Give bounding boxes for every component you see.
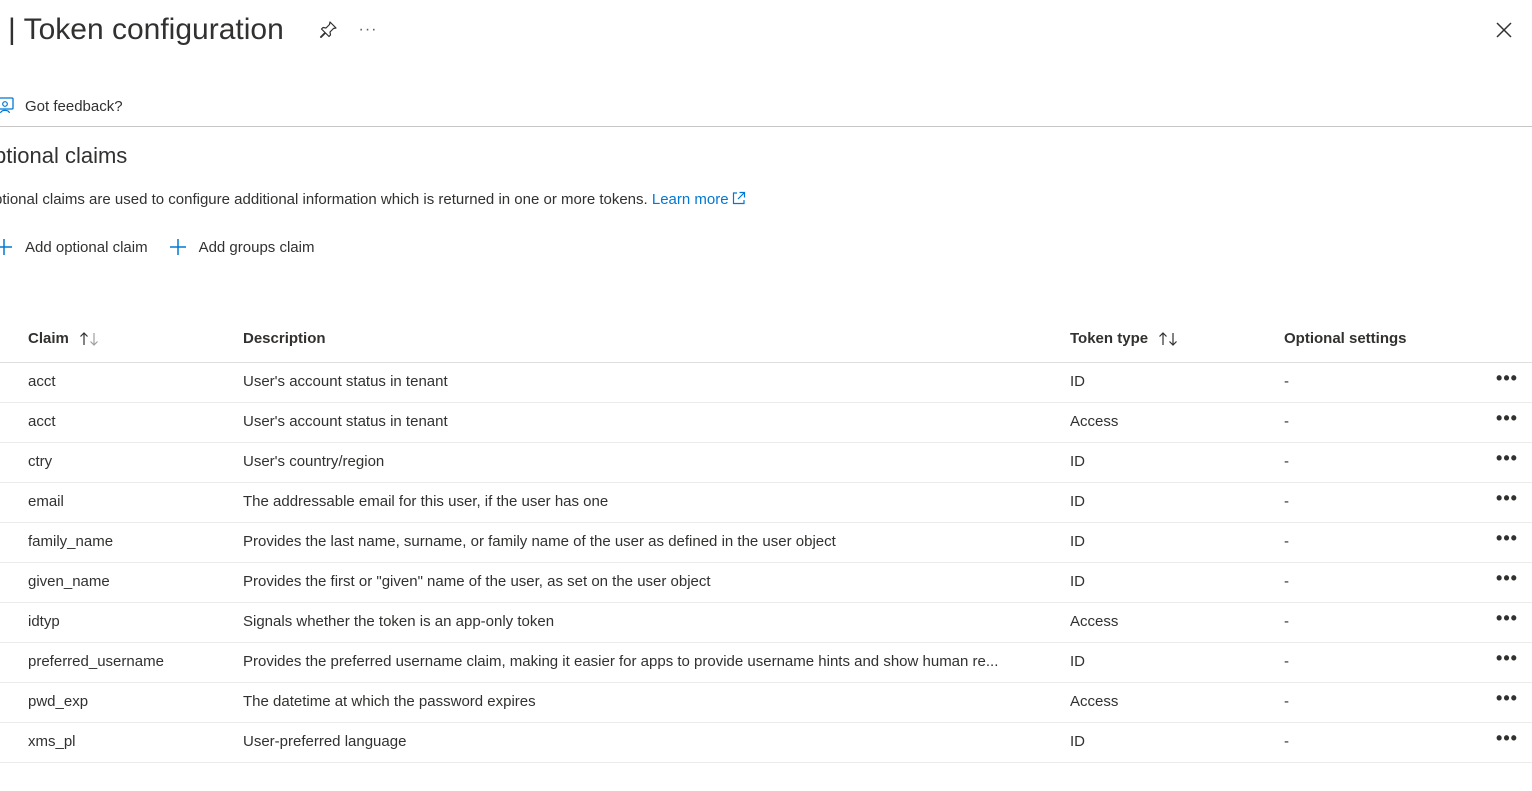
- optional-settings-cell: -: [1284, 653, 1289, 670]
- row-more-icon[interactable]: •••: [1494, 489, 1520, 511]
- description-cell: Provides the last name, surname, or fami…: [243, 533, 836, 550]
- table-row[interactable]: acct User's account status in tenant Acc…: [0, 403, 1532, 443]
- optional-settings-cell: -: [1284, 693, 1289, 710]
- pin-icon: [318, 20, 338, 45]
- close-button[interactable]: [1492, 20, 1516, 44]
- token-type-cell: ID: [1070, 453, 1085, 470]
- table-header: Claim Description Token type Optional se…: [0, 320, 1532, 363]
- plus-icon: [0, 237, 14, 257]
- action-bar: Add optional claim Add groups claim: [0, 233, 334, 261]
- sort-arrows-icon[interactable]: [79, 331, 101, 347]
- add-optional-claim-button[interactable]: Add optional claim: [0, 233, 148, 261]
- table-row[interactable]: preferred_username Provides the preferre…: [0, 643, 1532, 683]
- section-description: ptional claims are used to configure add…: [0, 190, 747, 212]
- token-type-cell: ID: [1070, 493, 1085, 510]
- claim-cell: ctry: [28, 453, 53, 470]
- claim-cell: acct: [28, 413, 56, 430]
- row-more-icon[interactable]: •••: [1494, 609, 1520, 631]
- claims-table: Claim Description Token type Optional se…: [0, 320, 1532, 763]
- feedback-button[interactable]: Got feedback?: [0, 94, 123, 118]
- plus-icon: [168, 237, 188, 257]
- description-cell: User's account status in tenant: [243, 413, 448, 430]
- claim-cell: email: [28, 493, 64, 510]
- row-more-icon[interactable]: •••: [1494, 369, 1520, 391]
- more-icon: ···: [358, 21, 378, 38]
- claim-cell: family_name: [28, 533, 114, 550]
- row-more-icon[interactable]: •••: [1494, 689, 1520, 711]
- column-header-claim[interactable]: Claim: [28, 330, 101, 347]
- add-optional-claim-label: Add optional claim: [25, 238, 148, 256]
- feedback-label: Got feedback?: [25, 97, 123, 115]
- description-cell: The datetime at which the password expir…: [243, 693, 536, 710]
- optional-settings-cell: -: [1284, 453, 1289, 470]
- row-more-icon[interactable]: •••: [1494, 729, 1520, 751]
- column-label-token-type: Token type: [1070, 330, 1149, 347]
- optional-settings-cell: -: [1284, 373, 1289, 390]
- pin-button[interactable]: [316, 20, 340, 44]
- optional-settings-cell: -: [1284, 613, 1289, 630]
- row-more-icon[interactable]: •••: [1494, 529, 1520, 551]
- description-cell: The addressable email for this user, if …: [243, 493, 609, 510]
- add-groups-claim-label: Add groups claim: [198, 238, 315, 256]
- table-row[interactable]: given_name Provides the first or "given"…: [0, 563, 1532, 603]
- description-cell: User's account status in tenant: [243, 373, 448, 390]
- claim-cell: pwd_exp: [28, 693, 89, 710]
- optional-settings-cell: -: [1284, 533, 1289, 550]
- command-bar: Got feedback?: [0, 86, 1532, 127]
- table-row[interactable]: email The addressable email for this use…: [0, 483, 1532, 523]
- token-type-cell: ID: [1070, 573, 1085, 590]
- description-text: ptional claims are used to configure add…: [0, 191, 648, 208]
- optional-settings-cell: -: [1284, 733, 1289, 750]
- more-button[interactable]: ···: [356, 18, 380, 42]
- token-type-cell: Access: [1070, 693, 1119, 710]
- description-cell: Provides the preferred username claim, m…: [243, 653, 999, 670]
- token-type-cell: Access: [1070, 613, 1119, 630]
- table-row[interactable]: xms_pl User-preferred language ID - •••: [0, 723, 1532, 763]
- description-cell: Signals whether the token is an app-only…: [243, 613, 555, 630]
- page-title: | Token configuration: [8, 13, 284, 46]
- blade-header: | Token configuration ···: [0, 0, 1532, 64]
- table-row[interactable]: ctry User's country/region ID - •••: [0, 443, 1532, 483]
- row-more-icon[interactable]: •••: [1494, 649, 1520, 671]
- column-header-optional-settings: Optional settings: [1284, 330, 1407, 347]
- token-configuration-page: | Token configuration ··· Got feedback? …: [0, 0, 1532, 791]
- token-type-cell: ID: [1070, 653, 1085, 670]
- table-row[interactable]: idtyp Signals whether the token is an ap…: [0, 603, 1532, 643]
- description-cell: User's country/region: [243, 453, 385, 470]
- column-label-claim: Claim: [28, 330, 69, 347]
- sort-arrows-icon[interactable]: [1158, 331, 1180, 347]
- column-header-description: Description: [243, 330, 326, 347]
- external-link-icon: [731, 190, 747, 212]
- claim-cell: preferred_username: [28, 653, 164, 670]
- token-type-cell: ID: [1070, 733, 1085, 750]
- add-groups-claim-button[interactable]: Add groups claim: [168, 233, 315, 261]
- row-more-icon[interactable]: •••: [1494, 569, 1520, 591]
- learn-more-label: Learn more: [651, 191, 729, 208]
- close-icon: [1495, 21, 1513, 44]
- section-title: ptional claims: [0, 143, 128, 168]
- learn-more-link[interactable]: Learn more: [652, 191, 747, 208]
- token-type-cell: ID: [1070, 373, 1085, 390]
- claim-cell: acct: [28, 373, 56, 390]
- token-type-cell: ID: [1070, 533, 1085, 550]
- row-more-icon[interactable]: •••: [1494, 449, 1520, 471]
- claim-cell: xms_pl: [28, 733, 76, 750]
- claim-cell: given_name: [28, 573, 110, 590]
- optional-settings-cell: -: [1284, 573, 1289, 590]
- row-more-icon[interactable]: •••: [1494, 409, 1520, 431]
- description-cell: Provides the first or "given" name of th…: [243, 573, 711, 590]
- claim-cell: idtyp: [28, 613, 60, 630]
- token-type-cell: Access: [1070, 413, 1119, 430]
- feedback-icon: [0, 96, 16, 116]
- table-row[interactable]: acct User's account status in tenant ID …: [0, 363, 1532, 403]
- optional-settings-cell: -: [1284, 413, 1289, 430]
- table-row[interactable]: family_name Provides the last name, surn…: [0, 523, 1532, 563]
- optional-settings-cell: -: [1284, 493, 1289, 510]
- table-row[interactable]: pwd_exp The datetime at which the passwo…: [0, 683, 1532, 723]
- column-label-optional-settings: Optional settings: [1284, 330, 1407, 347]
- column-label-description: Description: [243, 330, 326, 347]
- column-header-token-type[interactable]: Token type: [1070, 330, 1180, 347]
- description-cell: User-preferred language: [243, 733, 407, 750]
